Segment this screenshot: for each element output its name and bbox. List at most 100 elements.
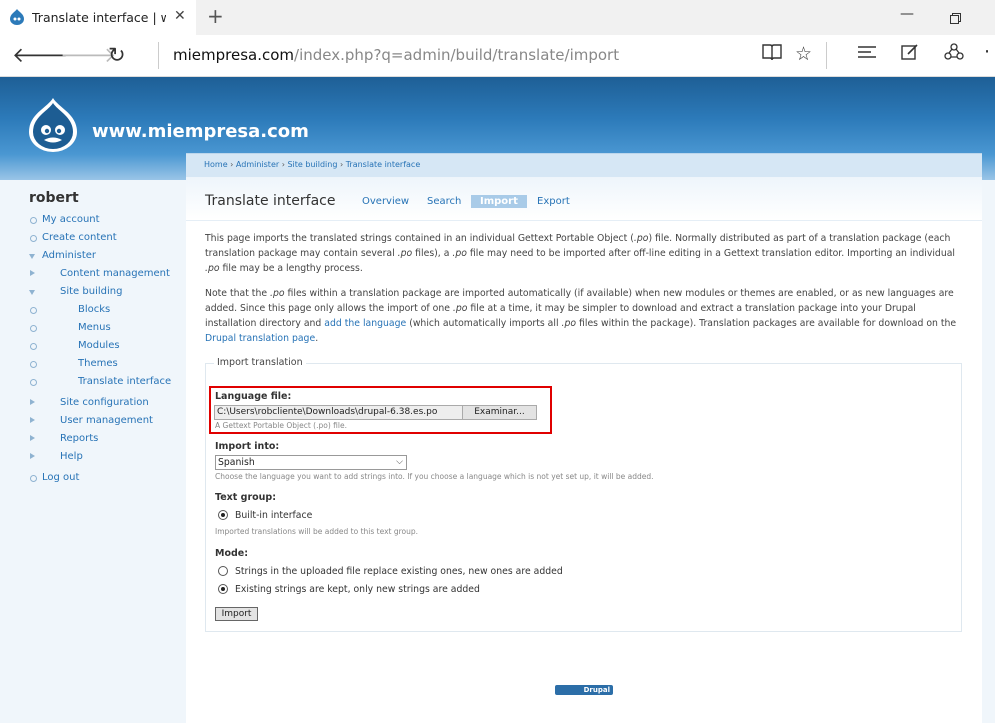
sidebar-item-label[interactable]: Log out <box>42 472 79 483</box>
more-icon[interactable]: · <box>984 41 990 63</box>
url-field[interactable]: miempresa.com/index.php?q=admin/build/tr… <box>173 46 619 64</box>
sidebar-item-label[interactable]: Create content <box>42 232 117 243</box>
tab-export[interactable]: Export <box>537 196 570 207</box>
po-extension: .po <box>452 303 468 314</box>
add-language-link[interactable]: add the language <box>324 318 406 329</box>
browse-button[interactable]: Examinar... <box>462 405 537 420</box>
language-file-label: Language file: <box>215 391 292 402</box>
text-group-label: Text group: <box>215 492 277 503</box>
intro-paragraph-1: This page imports the translated strings… <box>205 231 962 276</box>
import-into-label: Import into: <box>215 441 280 452</box>
po-extension: .po <box>397 248 413 259</box>
import-into-value: Spanish <box>218 457 255 468</box>
tab-overview[interactable]: Overview <box>362 196 409 207</box>
address-separator <box>158 42 159 69</box>
sidebar-item-label[interactable]: Help <box>60 451 83 462</box>
radio-checked-icon[interactable] <box>218 509 228 520</box>
minimize-icon[interactable]: — <box>900 6 914 22</box>
drupal-translation-page-link[interactable]: Drupal translation page <box>205 333 315 344</box>
mode-option-replace[interactable]: Strings in the uploaded file replace exi… <box>218 565 563 577</box>
po-extension: .po <box>205 263 220 274</box>
breadcrumb-translate-interface[interactable]: Translate interface <box>346 160 421 169</box>
mode-option-keep-label: Existing strings are kept, only new stri… <box>235 584 480 595</box>
import-button[interactable]: Import <box>215 607 258 621</box>
reading-view-icon[interactable] <box>762 43 782 66</box>
po-extension: .po <box>270 288 285 299</box>
sidebar-item-menus[interactable]: Menus <box>29 319 179 337</box>
text-group-description: Imported translations will be added to t… <box>215 527 419 536</box>
sidebar-item-user-management[interactable]: User management <box>29 412 179 430</box>
radio-unchecked-icon[interactable] <box>218 565 228 576</box>
sidebar-item-label[interactable]: Translate interface <box>78 376 171 387</box>
tab-close-icon[interactable]: ✕ <box>174 8 186 24</box>
chevron-down-icon: ⌵ <box>396 457 403 467</box>
site-name[interactable]: www.miempresa.com <box>92 121 309 142</box>
po-extension: .po <box>633 233 649 244</box>
mode-option-replace-label: Strings in the uploaded file replace exi… <box>235 566 563 577</box>
sidebar-item-help[interactable]: Help <box>29 448 179 466</box>
sidebar-item-content-management[interactable]: Content management <box>29 265 179 283</box>
text-group-option[interactable]: Built-in interface <box>218 509 312 521</box>
sidebar-item-create-content[interactable]: Create content <box>29 229 179 247</box>
sidebar-item-label[interactable]: User management <box>60 415 153 426</box>
breadcrumb-home[interactable]: Home <box>204 160 228 169</box>
sidebar-item-label[interactable]: My account <box>42 214 100 225</box>
sidebar-item-translate-interface[interactable]: Translate interface <box>29 373 179 391</box>
browser-tab[interactable]: Translate interface | www ✕ <box>0 0 196 35</box>
sidebar-item-label[interactable]: Site configuration <box>60 397 149 408</box>
address-bar: 🡐 🡒 ↻ miempresa.com/index.php?q=admin/bu… <box>0 35 995 77</box>
powered-by-drupal-badge[interactable]: Drupal <box>555 685 613 695</box>
fieldset-legend: Import translation <box>214 357 306 368</box>
intro-text: . <box>315 333 319 344</box>
language-file-input[interactable]: C:\Users\robcliente\Downloads\drupal-6.3… <box>214 405 465 420</box>
tab-title: Translate interface | www <box>32 10 166 25</box>
url-host: miempresa.com <box>173 46 295 64</box>
sidebar-item-label[interactable]: Blocks <box>78 304 110 315</box>
mode-option-keep[interactable]: Existing strings are kept, only new stri… <box>218 583 480 595</box>
sidebar-item-label[interactable]: Site building <box>60 286 122 297</box>
refresh-icon[interactable]: ↻ <box>108 43 126 67</box>
breadcrumb-bar: Home › Administer › Site building › Tran… <box>186 153 982 177</box>
import-into-select[interactable]: Spanish ⌵ <box>215 455 407 470</box>
radio-checked-icon[interactable] <box>218 583 228 594</box>
sidebar-item-administer[interactable]: Administer <box>29 247 179 265</box>
favorite-star-icon[interactable]: ☆ <box>795 43 812 65</box>
drupal-favicon-icon <box>10 9 24 29</box>
sidebar-item-modules[interactable]: Modules <box>29 337 179 355</box>
intro-text: Note that the <box>205 288 271 299</box>
po-extension: .po <box>561 318 577 329</box>
new-tab-icon[interactable]: + <box>207 4 224 28</box>
intro-text: This page imports the translated strings… <box>205 233 634 244</box>
tab-search[interactable]: Search <box>427 196 461 207</box>
sidebar-item-blocks[interactable]: Blocks <box>29 301 179 319</box>
share-icon[interactable] <box>944 43 964 66</box>
sidebar-item-label[interactable]: Reports <box>60 433 98 444</box>
sidebar-item-label[interactable]: Themes <box>78 358 118 369</box>
toolbar-separator <box>826 42 827 69</box>
sidebar-item-log-out[interactable]: Log out <box>29 469 179 487</box>
main-content: Home › Administer › Site building › Tran… <box>186 153 982 723</box>
web-note-icon[interactable] <box>901 43 919 66</box>
title-bar: Translate interface Overview Search Impo… <box>186 177 982 221</box>
sidebar-item-reports[interactable]: Reports <box>29 430 179 448</box>
intro-paragraph-2: Note that the .po files within a transla… <box>205 286 962 346</box>
url-path: /index.php?q=admin/build/translate/impor… <box>294 46 620 64</box>
sidebar-item-label[interactable]: Modules <box>78 340 120 351</box>
sidebar-item-site-building[interactable]: Site building <box>29 283 179 301</box>
sidebar-menu: My account Create content Administer Con… <box>29 211 179 487</box>
sidebar-item-themes[interactable]: Themes <box>29 355 179 373</box>
breadcrumb-site-building[interactable]: Site building <box>287 160 337 169</box>
powered-by-label: Drupal <box>583 686 610 694</box>
breadcrumb: Home › Administer › Site building › Tran… <box>204 160 421 169</box>
restore-icon[interactable] <box>950 9 961 28</box>
sidebar-item-site-configuration[interactable]: Site configuration <box>29 394 179 412</box>
sidebar-item-my-account[interactable]: My account <box>29 211 179 229</box>
sidebar-item-label[interactable]: Menus <box>78 322 111 333</box>
sidebar-item-label[interactable]: Administer <box>42 250 96 261</box>
intro-text: files), a <box>412 248 453 259</box>
drupal-logo-icon[interactable] <box>29 98 77 156</box>
tab-import[interactable]: Import <box>471 195 527 208</box>
breadcrumb-administer[interactable]: Administer <box>236 160 279 169</box>
hub-icon[interactable] <box>857 43 877 65</box>
sidebar-item-label[interactable]: Content management <box>60 268 170 279</box>
